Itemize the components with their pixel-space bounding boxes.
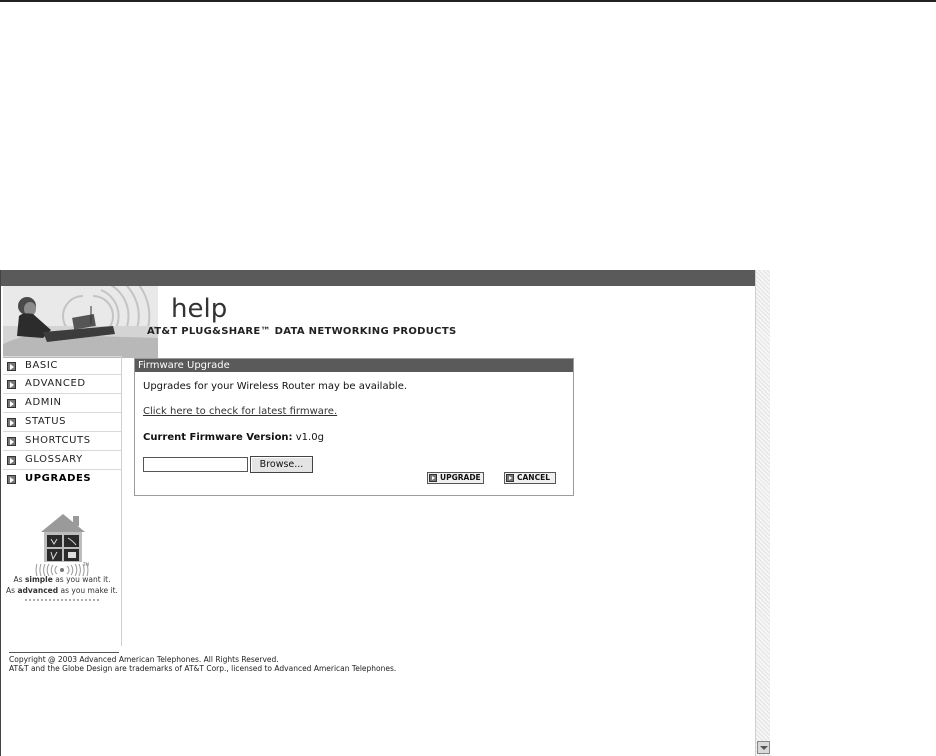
sidebar-item-admin[interactable]: ADMIN — [3, 394, 121, 413]
check-firmware-link[interactable]: Click here to check for latest firmware. — [143, 406, 337, 417]
footer-divider — [9, 652, 119, 653]
sidebar-item-advanced[interactable]: ADVANCED — [3, 375, 121, 394]
sidebar-item-label: GLOSSARY — [25, 454, 83, 465]
firmware-version-row: Current Firmware Version: v1.0g — [143, 432, 324, 443]
arrow-right-icon — [506, 474, 514, 482]
slogan-line-2: As advanced as you make it. — [6, 586, 118, 595]
arrow-right-icon — [7, 399, 16, 408]
vertical-scrollbar[interactable] — [755, 270, 770, 756]
sidebar-item-status[interactable]: STATUS — [3, 413, 121, 432]
top-banner-bar — [1, 270, 755, 286]
copyright-text: Copyright @ 2003 Advanced American Telep… — [9, 655, 279, 664]
sidebar-item-basic[interactable]: BASIC — [3, 356, 121, 375]
house-icon: TM — [41, 514, 89, 567]
upgrade-button-label: UPGRADE — [440, 473, 481, 482]
slogan-line-1: As simple as you want it. — [13, 575, 111, 584]
sidebar-item-label: UPGRADES — [25, 473, 92, 484]
cancel-button-label: CANCEL — [517, 473, 550, 482]
sidebar-item-label: ADVANCED — [25, 378, 86, 389]
firmware-version-label: Current Firmware Version: — [143, 432, 293, 443]
hero-photo — [3, 286, 158, 358]
sidebar-item-glossary[interactable]: GLOSSARY — [3, 451, 121, 470]
upgrade-availability-message: Upgrades for your Wireless Router may be… — [143, 381, 408, 392]
sidebar-item-shortcuts[interactable]: SHORTCUTS — [3, 432, 121, 451]
sidebar-item-label: SHORTCUTS — [25, 435, 91, 446]
arrow-right-icon — [7, 380, 16, 389]
arrow-right-icon — [7, 418, 16, 427]
dotted-divider — [25, 599, 101, 601]
panel-title: Firmware Upgrade — [135, 359, 573, 372]
page-title: help — [171, 294, 228, 324]
scroll-down-arrow-icon[interactable] — [757, 741, 770, 754]
plug-and-share-logo: TM As simple as you want it. As advanced… — [3, 514, 121, 702]
firmware-version-value: v1.0g — [292, 432, 324, 443]
arrow-right-icon — [7, 437, 16, 446]
sidebar-item-label: ADMIN — [25, 397, 62, 408]
browse-button[interactable]: Browse... — [250, 456, 313, 473]
firmware-file-input[interactable] — [143, 457, 248, 472]
browser-viewport: help AT&T PLUG&SHARE™ DATA NETWORKING PR… — [0, 270, 770, 756]
arrow-right-icon — [7, 362, 16, 371]
cancel-button[interactable]: CANCEL — [504, 472, 556, 484]
sidebar-nav: BASIC ADVANCED ADMIN STATUS SHORTCUTS GL… — [3, 356, 122, 646]
arrow-right-icon — [7, 456, 16, 465]
trademark-text: AT&T and the Globe Design are trademarks… — [9, 664, 397, 673]
sidebar-item-label: BASIC — [25, 360, 58, 371]
top-divider-line — [0, 0, 936, 2]
arrow-right-icon — [7, 475, 16, 484]
firmware-upgrade-panel: Firmware Upgrade Upgrades for your Wirel… — [134, 358, 574, 496]
brand-tagline: AT&T PLUG&SHARE™ DATA NETWORKING PRODUCT… — [147, 326, 457, 337]
sidebar-item-upgrades[interactable]: UPGRADES — [3, 470, 121, 489]
upgrade-button[interactable]: UPGRADE — [427, 472, 484, 484]
sidebar-item-label: STATUS — [25, 416, 67, 427]
arrow-right-icon — [429, 474, 437, 482]
